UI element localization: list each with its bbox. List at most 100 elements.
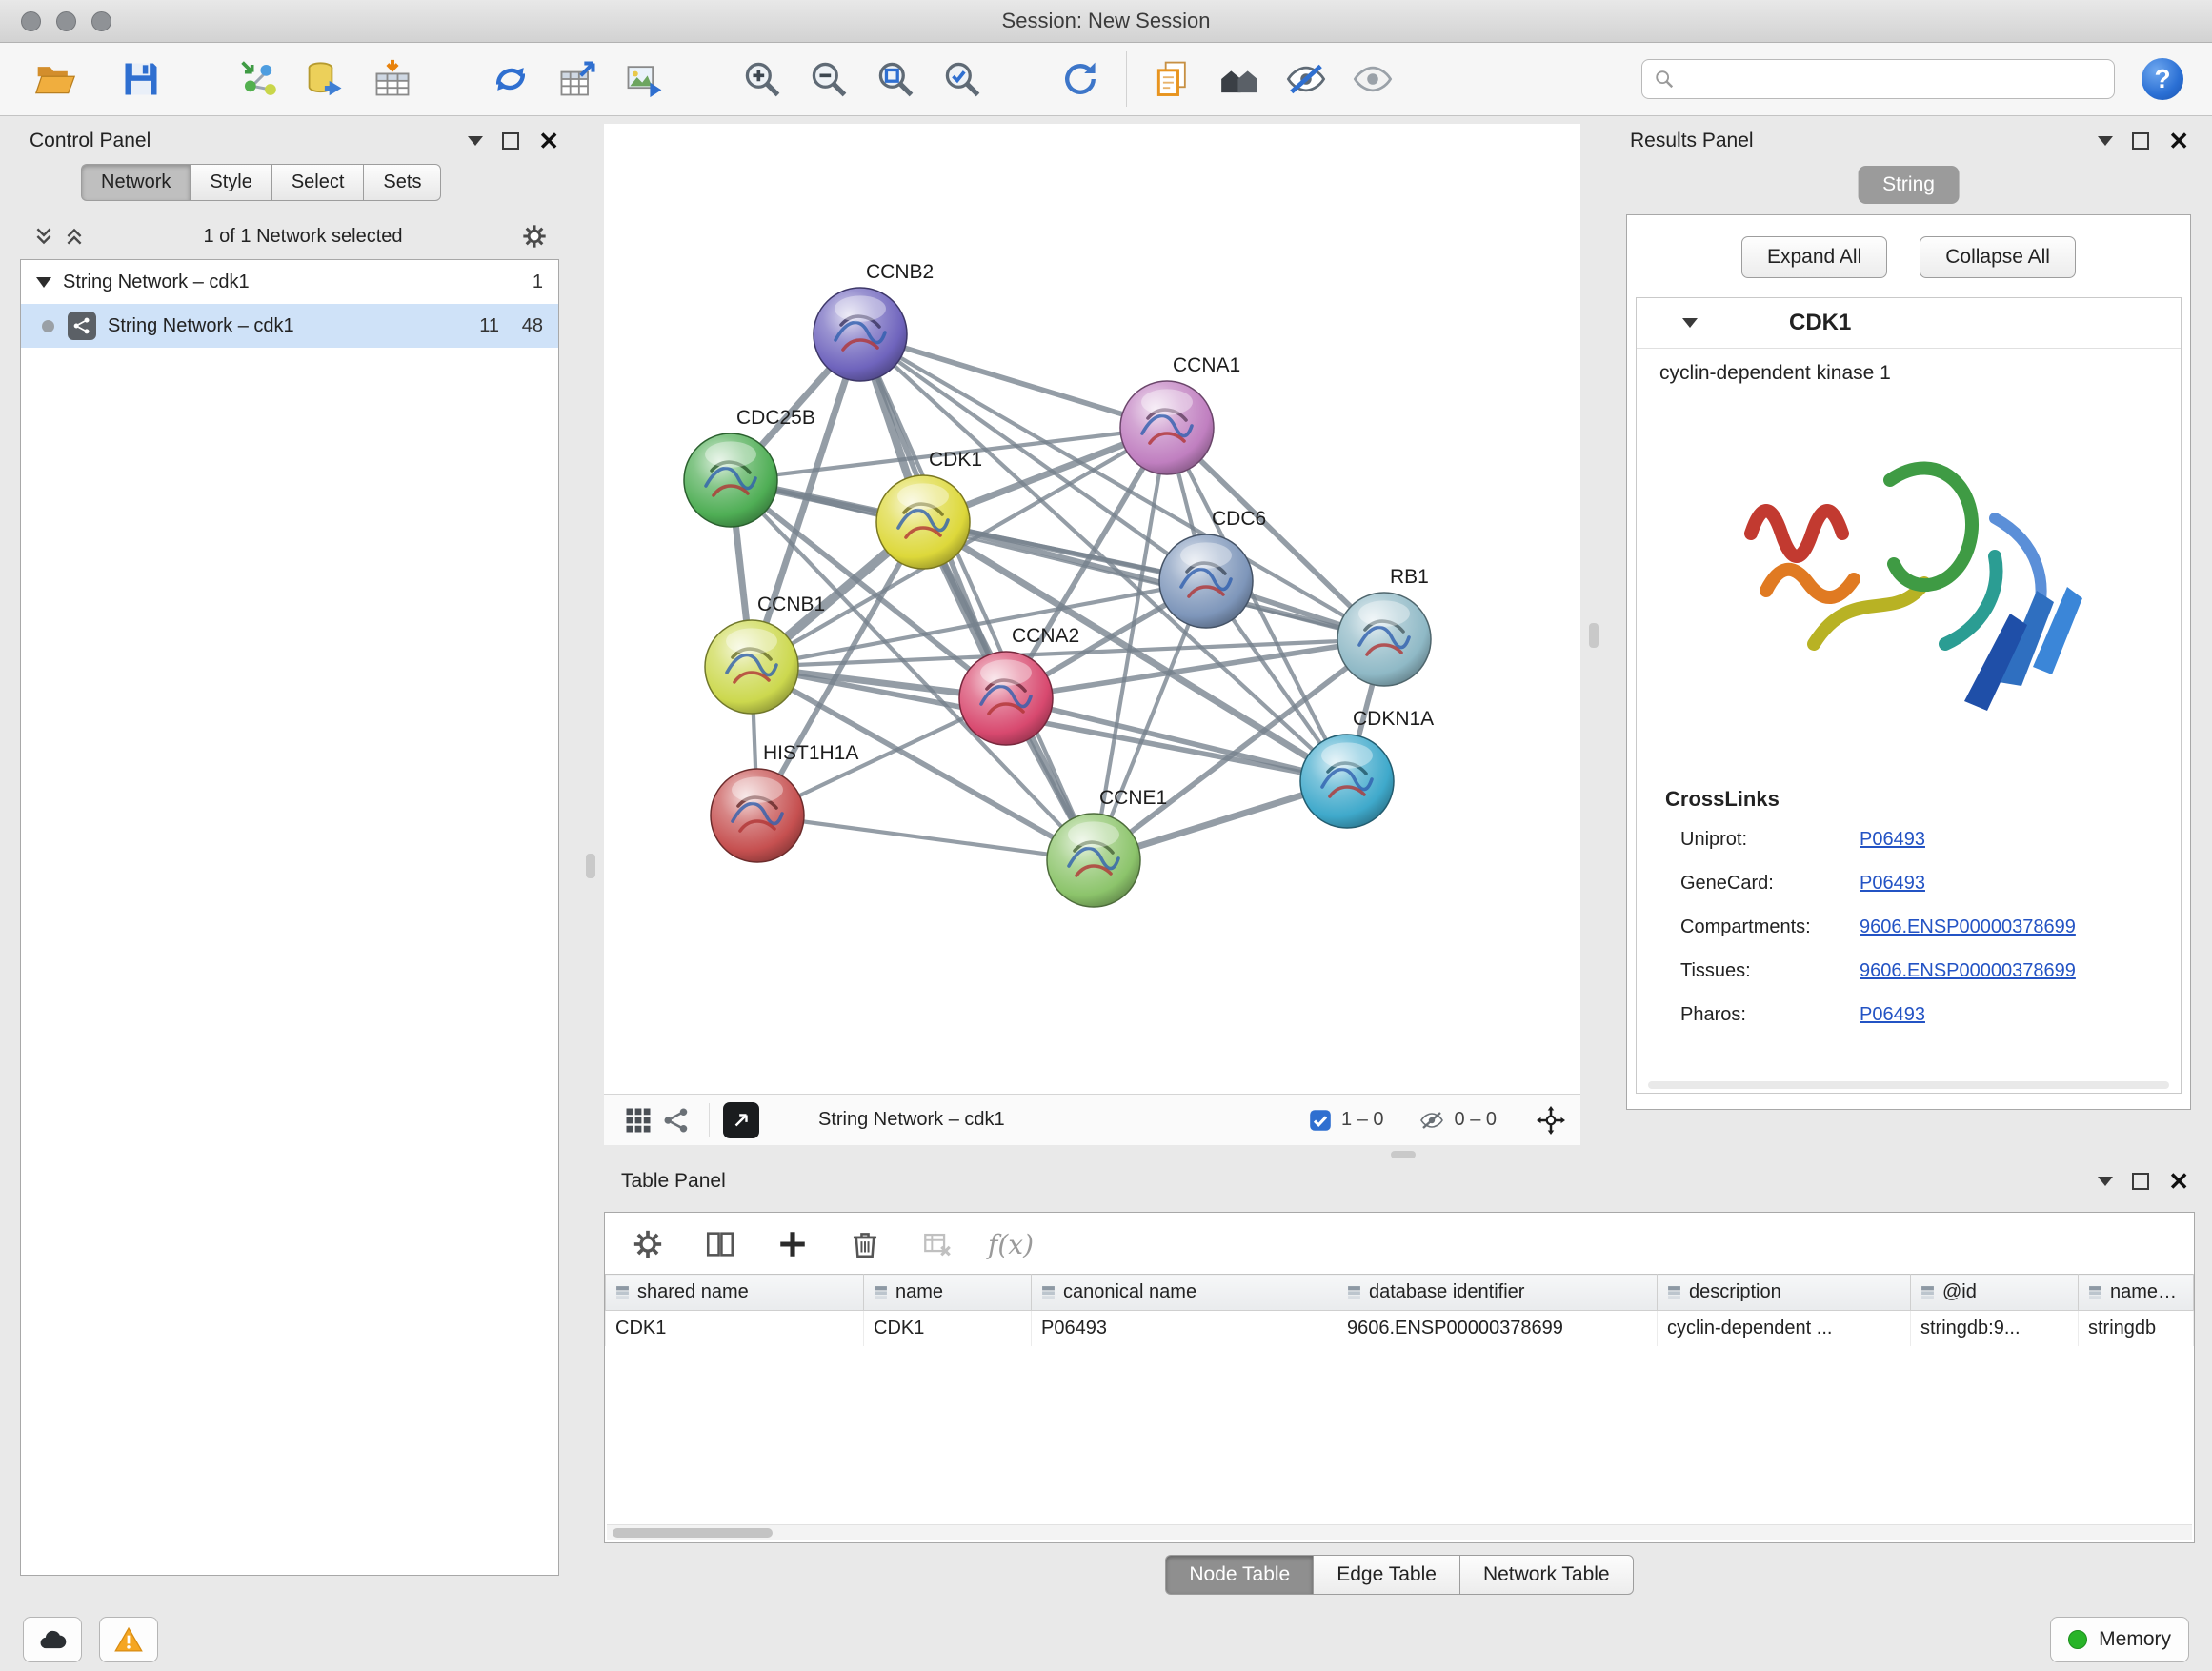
close-window-icon[interactable] — [21, 11, 41, 31]
network-node[interactable]: CCNB2 — [814, 261, 934, 381]
table-cell[interactable]: P06493 — [1032, 1311, 1337, 1347]
table-cell[interactable]: stringdb — [2079, 1311, 2194, 1347]
crosslink-uniprot[interactable]: P06493 — [1860, 829, 1925, 851]
crosslink-tissues[interactable]: 9606.ENSP00000378699 — [1860, 960, 2076, 982]
selected-checkbox-icon[interactable] — [1309, 1109, 1332, 1132]
tab-style[interactable]: Style — [190, 164, 271, 201]
table-cell[interactable]: CDK1 — [864, 1311, 1032, 1347]
open-in-window-icon[interactable] — [723, 1102, 759, 1138]
table-cell[interactable]: stringdb:9... — [1911, 1311, 2079, 1347]
disclosure-triangle-icon[interactable] — [36, 277, 51, 288]
share-network-icon[interactable] — [657, 1101, 695, 1139]
panel-menu-icon[interactable] — [2098, 1177, 2113, 1186]
hidden-eye-icon[interactable] — [1418, 1109, 1445, 1132]
add-column-icon[interactable] — [771, 1222, 814, 1266]
import-network-file-icon[interactable] — [232, 52, 286, 106]
memory-button[interactable]: Memory — [2050, 1617, 2189, 1662]
section-collapse-icon[interactable] — [1682, 318, 1698, 328]
tab-network-table[interactable]: Network Table — [1459, 1555, 1634, 1595]
grid-view-icon[interactable] — [619, 1101, 657, 1139]
table-cell[interactable]: 9606.ENSP00000378699 — [1337, 1311, 1658, 1347]
network-edge[interactable] — [860, 334, 1167, 428]
collapse-all-icon[interactable] — [33, 226, 54, 247]
warning-icon[interactable] — [99, 1617, 158, 1662]
minimize-window-icon[interactable] — [56, 11, 76, 31]
refresh-view-icon[interactable] — [1054, 52, 1107, 106]
search-input[interactable] — [1682, 68, 2102, 91]
network-node[interactable]: HIST1H1A — [711, 742, 858, 862]
open-session-icon[interactable] — [29, 52, 82, 106]
table-column-header[interactable]: description — [1658, 1275, 1911, 1311]
save-session-icon[interactable] — [114, 52, 168, 106]
crosslink-genecard[interactable]: P06493 — [1860, 873, 1925, 895]
close-panel-icon[interactable]: ✕ — [2168, 1169, 2189, 1194]
close-panel-icon[interactable]: ✕ — [2168, 129, 2189, 153]
copy-document-icon[interactable] — [1146, 52, 1199, 106]
close-panel-icon[interactable]: ✕ — [538, 129, 559, 153]
network-canvas[interactable]: CCNB2CCNA1CDC25BCDK1CDC6RB1CCNB1CCNA2CDK… — [604, 124, 1580, 1094]
horizontal-scrollbar[interactable] — [607, 1524, 2192, 1540]
network-node[interactable]: CDC6 — [1159, 508, 1266, 628]
maximize-window-icon[interactable] — [91, 11, 111, 31]
network-row-selected[interactable]: String Network – cdk1 11 48 — [21, 304, 558, 348]
table-column-header[interactable]: canonical name — [1032, 1275, 1337, 1311]
show-all-icon[interactable] — [1346, 52, 1399, 106]
application-window: { "window": { "title": "Session: New Ses… — [0, 0, 2212, 1671]
import-network-database-icon[interactable] — [299, 52, 352, 106]
table-cell[interactable]: CDK1 — [606, 1311, 864, 1347]
network-node[interactable]: CDC25B — [684, 407, 815, 527]
zoom-in-icon[interactable] — [735, 52, 789, 106]
zoom-out-icon[interactable] — [802, 52, 855, 106]
splitter-handle-left[interactable] — [586, 854, 595, 878]
float-panel-icon[interactable] — [2132, 1173, 2149, 1190]
expand-all-icon[interactable] — [64, 226, 85, 247]
expand-all-button[interactable]: Expand All — [1741, 236, 1887, 278]
collapse-all-button[interactable]: Collapse All — [1920, 236, 2076, 278]
panel-menu-icon[interactable] — [468, 136, 483, 146]
fit-crosshair-icon[interactable] — [1537, 1106, 1565, 1135]
splitter-handle-bottom[interactable] — [1391, 1151, 1416, 1158]
tab-network[interactable]: Network — [81, 164, 190, 201]
float-panel-icon[interactable] — [502, 132, 519, 150]
select-columns-icon[interactable] — [698, 1222, 742, 1266]
panel-menu-icon[interactable] — [2098, 136, 2113, 146]
table-settings-gear-icon[interactable] — [626, 1222, 670, 1266]
table-column-header[interactable]: namespac — [2079, 1275, 2194, 1311]
gear-icon[interactable] — [521, 223, 548, 250]
group-nodes-icon[interactable] — [1213, 52, 1266, 106]
table-row[interactable]: CDK1CDK1P064939606.ENSP00000378699cyclin… — [606, 1311, 2194, 1347]
float-panel-icon[interactable] — [2132, 132, 2149, 150]
network-collection-row[interactable]: String Network – cdk1 1 — [21, 260, 558, 304]
table-column-header[interactable]: @id — [1911, 1275, 2079, 1311]
delete-column-icon[interactable] — [843, 1222, 887, 1266]
table-column-header[interactable]: shared name — [606, 1275, 864, 1311]
tab-sets[interactable]: Sets — [363, 164, 441, 201]
table-column-header[interactable]: database identifier — [1337, 1275, 1658, 1311]
tab-edge-table[interactable]: Edge Table — [1313, 1555, 1459, 1595]
table-column-header[interactable]: name — [864, 1275, 1032, 1311]
tab-select[interactable]: Select — [271, 164, 364, 201]
crosslink-compartments[interactable]: 9606.ENSP00000378699 — [1860, 916, 2076, 938]
import-table-icon[interactable] — [366, 52, 419, 106]
function-builder-icon[interactable]: f(x) — [988, 1229, 1034, 1260]
table-cell[interactable]: cyclin-dependent ... — [1658, 1311, 1911, 1347]
new-network-icon[interactable] — [484, 52, 537, 106]
splitter-handle-right[interactable] — [1589, 623, 1599, 648]
export-image-icon[interactable] — [617, 52, 671, 106]
network-node[interactable]: CCNA1 — [1120, 354, 1240, 474]
hide-selected-icon[interactable] — [1279, 52, 1333, 106]
zoom-fit-icon[interactable] — [869, 52, 922, 106]
network-edge[interactable] — [860, 334, 1094, 860]
help-icon[interactable]: ? — [2142, 58, 2183, 100]
search-field[interactable] — [1641, 59, 2115, 99]
tab-node-table[interactable]: Node Table — [1165, 1555, 1313, 1595]
crosslink-pharos[interactable]: P06493 — [1860, 1004, 1925, 1026]
cloud-icon[interactable] — [23, 1617, 82, 1662]
scrollbar-thumb[interactable] — [613, 1528, 773, 1538]
zoom-selected-icon[interactable] — [935, 52, 989, 106]
network-edge[interactable] — [757, 815, 1094, 860]
tab-string[interactable]: String — [1858, 166, 1960, 204]
export-table-icon[interactable] — [551, 52, 604, 106]
network-node[interactable]: RB1 — [1337, 566, 1431, 686]
horizontal-scrollbar[interactable] — [1648, 1081, 2169, 1089]
